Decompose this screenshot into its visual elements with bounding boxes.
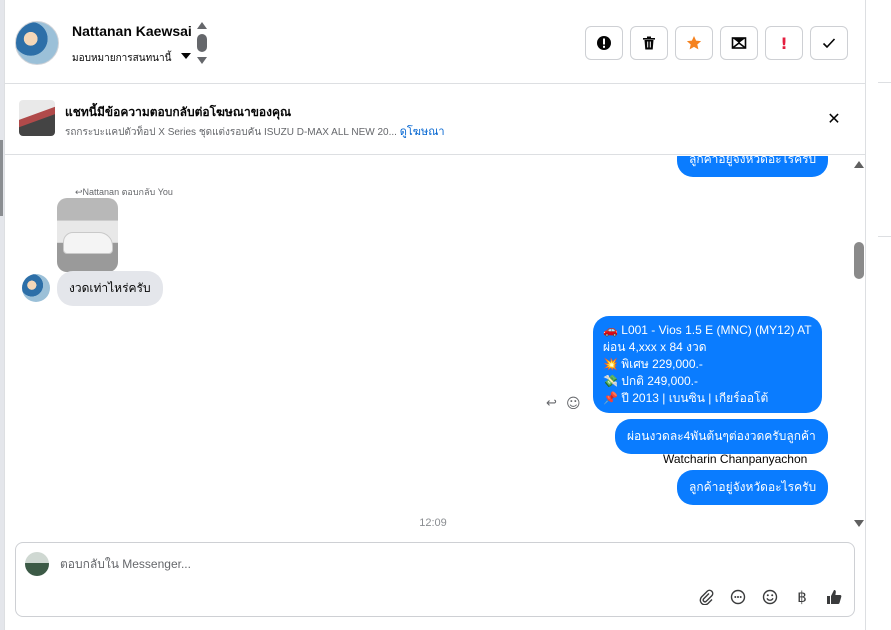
ad-banner-subtitle: รถกระบะแคปตัวท็อป X Series ชุดแต่งรอบคัน… xyxy=(65,122,445,140)
installment-message[interactable]: ผ่อนงวดละ4พันต้นๆต่องวดครับลูกค้า xyxy=(615,419,828,454)
payment-baht-icon[interactable]: ฿ xyxy=(792,587,812,607)
message-timestamp: 12:09 xyxy=(419,517,447,529)
checkmark-icon xyxy=(822,38,836,49)
follow-up-icon: ! xyxy=(780,33,788,53)
star-button[interactable] xyxy=(675,26,713,60)
close-icon[interactable]: ✕ xyxy=(825,110,843,128)
emoji-icon[interactable] xyxy=(760,587,780,607)
assign-conversation-label[interactable]: มอบหมายการสนทนานี้ xyxy=(72,51,171,66)
left-panel-marker xyxy=(0,140,3,216)
react-smiley-icon[interactable]: ☺ xyxy=(566,396,581,412)
header-actions: ! xyxy=(585,26,848,60)
message-composer[interactable]: ตอบกลับใน Messenger... ฿ xyxy=(15,542,855,617)
contact-name[interactable]: Nattanan Kaewsai xyxy=(72,23,192,39)
star-icon xyxy=(686,36,702,50)
attach-icon[interactable] xyxy=(696,587,716,607)
page-avatar xyxy=(25,552,49,576)
ad-description: รถกระบะแคปตัวท็อป X Series ชุดแต่งรอบคัน… xyxy=(65,127,397,138)
divider xyxy=(878,82,891,83)
replied-image-message[interactable] xyxy=(57,198,118,272)
offer-message[interactable]: 🚗 L001 - Vios 1.5 E (MNC) (MY12) AT ผ่อน… xyxy=(593,316,822,413)
conversation-nav-handle[interactable] xyxy=(197,34,207,52)
follow-up-button[interactable]: ! xyxy=(765,26,803,60)
divider xyxy=(878,236,891,237)
next-conversation-icon[interactable] xyxy=(197,57,207,64)
offer-line-4: 💸 ปกติ 249,000.- xyxy=(603,374,698,388)
scroll-up-arrow[interactable] xyxy=(854,161,864,168)
incoming-message[interactable]: งวดเท่าไหร่ครับ xyxy=(57,271,163,306)
composer-tools: ฿ xyxy=(696,587,844,607)
message-thread[interactable]: ลูกค้าอยู่จังหวัดอะไรครับ ↩Nattanan ตอบก… xyxy=(5,156,865,534)
reply-indicator: ↩Nattanan ตอบกลับ You xyxy=(75,187,173,197)
car-image xyxy=(63,232,113,254)
saved-replies-icon[interactable] xyxy=(728,587,748,607)
conversation-header: Nattanan Kaewsai มอบหมายการสนทนานี้ ! xyxy=(5,0,865,84)
mark-done-button[interactable] xyxy=(810,26,848,60)
offer-line-5: 📌 ปี 2013 | เบนซิน | เกียร์ออโต้ xyxy=(603,391,769,405)
ad-banner-title: แชทนี้มีข้อความตอบกลับต่อโฆษณาของคุณ xyxy=(65,105,292,119)
thumbs-up-icon[interactable] xyxy=(824,587,844,607)
outgoing-message-cut-off[interactable]: ลูกค้าอยู่จังหวัดอะไรครับ xyxy=(677,156,829,177)
reply-arrow-icon[interactable]: ↩ xyxy=(546,396,557,411)
reply-input[interactable]: ตอบกลับใน Messenger... xyxy=(60,555,191,574)
trash-icon xyxy=(643,36,655,50)
scrollbar-thumb[interactable] xyxy=(854,242,864,279)
province-question-message[interactable]: ลูกค้าอยู่จังหวัดอะไรครับ xyxy=(677,470,829,505)
sender-name: Watcharin Chanpanyachon xyxy=(663,452,808,466)
conversation-panel: Nattanan Kaewsai มอบหมายการสนทนานี้ ! แช… xyxy=(4,0,866,630)
ad-reply-banner: แชทนี้มีข้อความตอบกลับต่อโฆษณาของคุณ รถก… xyxy=(5,85,865,155)
chevron-down-icon[interactable] xyxy=(181,53,191,59)
contact-avatar-small[interactable] xyxy=(22,274,50,302)
scroll-down-arrow[interactable] xyxy=(854,520,864,527)
spam-button[interactable] xyxy=(585,26,623,60)
mark-unread-button[interactable] xyxy=(720,26,758,60)
right-panel-edge xyxy=(866,0,891,630)
previous-conversation-icon[interactable] xyxy=(197,22,207,29)
view-ad-link[interactable]: ดูโฆษณา xyxy=(400,126,445,138)
offer-line-2: ผ่อน 4,xxx x 84 งวด xyxy=(603,340,707,354)
alert-circle-icon xyxy=(597,36,611,50)
ad-thumbnail xyxy=(19,100,55,136)
delete-button[interactable] xyxy=(630,26,668,60)
envelope-icon xyxy=(731,37,747,49)
offer-line-1: 🚗 L001 - Vios 1.5 E (MNC) (MY12) AT xyxy=(603,323,812,337)
offer-line-3: 💥 พิเศษ 229,000.- xyxy=(603,357,703,371)
contact-avatar[interactable] xyxy=(15,21,59,65)
